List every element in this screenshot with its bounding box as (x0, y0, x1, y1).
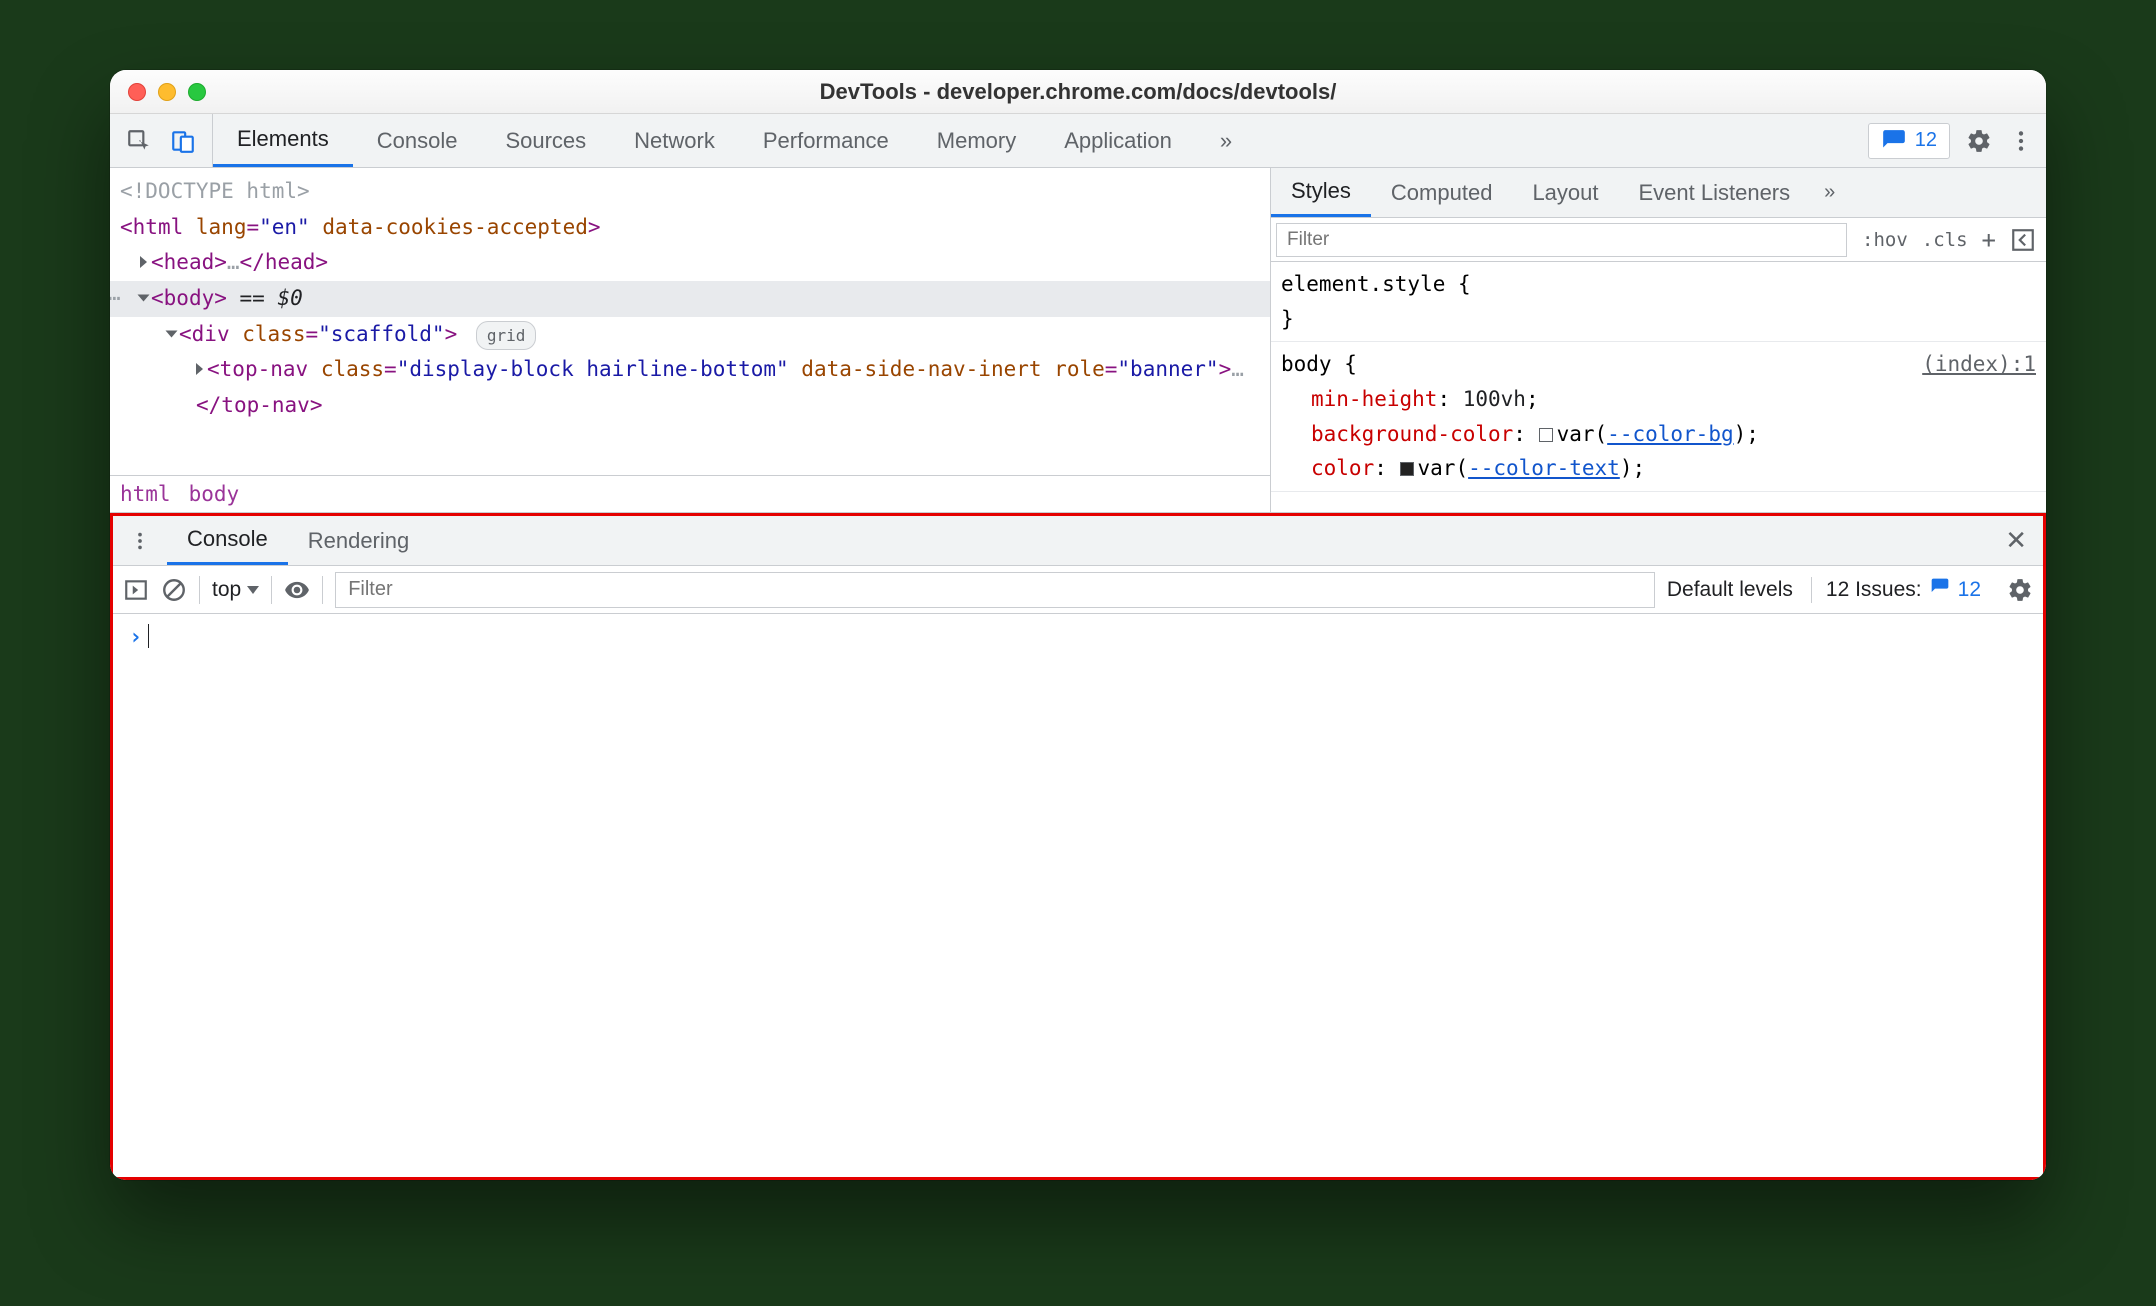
css-property[interactable]: min-height: 100vh; (1281, 382, 2036, 417)
tab-computed[interactable]: Computed (1371, 168, 1513, 217)
grid-badge[interactable]: grid (476, 321, 537, 350)
dom-tree-pane: <!DOCTYPE html> <html lang="en" data-coo… (110, 168, 1271, 512)
tab-sources[interactable]: Sources (481, 114, 610, 167)
issues-icon (1881, 128, 1907, 154)
dom-node-head[interactable]: <head>…</head> (110, 245, 1270, 281)
prompt-icon: › (129, 625, 142, 650)
issues-link[interactable]: 12 Issues: 12 (1811, 577, 1995, 603)
css-var-link[interactable]: --color-bg (1607, 422, 1733, 446)
cursor (148, 624, 149, 648)
tab-console[interactable]: Console (353, 114, 482, 167)
elements-panel: <!DOCTYPE html> <html lang="en" data-coo… (110, 168, 2046, 513)
dom-node-scaffold[interactable]: <div class="scaffold"> grid (110, 317, 1270, 353)
main-toolbar: Elements Console Sources Network Perform… (110, 114, 2046, 168)
css-property[interactable]: background-color: var(--color-bg); (1281, 417, 2036, 452)
rule-selector: element.style { (1281, 267, 2036, 302)
drawer-tab-rendering[interactable]: Rendering (288, 516, 430, 565)
settings-icon[interactable] (1966, 128, 1992, 154)
computed-toggle-icon[interactable] (2010, 227, 2036, 253)
rule-element-style[interactable]: element.style { } (1271, 262, 2046, 342)
styles-tabs: Styles Computed Layout Event Listeners » (1271, 168, 2046, 218)
console-body[interactable]: › (113, 614, 2043, 1177)
styles-pane: Styles Computed Layout Event Listeners »… (1271, 168, 2046, 512)
console-drawer: Console Rendering ✕ top Default lev (110, 513, 2046, 1180)
console-toolbar: top Default levels 12 Issues: 12 (113, 566, 2043, 614)
expand-icon[interactable] (140, 256, 147, 268)
traffic-lights (110, 83, 206, 101)
clear-console-icon[interactable] (161, 577, 187, 603)
styles-filter-input[interactable] (1276, 223, 1847, 257)
breadcrumb: html body (110, 475, 1270, 512)
styles-tabs-overflow-icon[interactable]: » (1810, 168, 1849, 217)
css-var-link[interactable]: --color-text (1468, 456, 1620, 480)
close-drawer-icon[interactable]: ✕ (1989, 516, 2043, 565)
tab-layout[interactable]: Layout (1512, 168, 1618, 217)
expand-icon[interactable] (196, 363, 203, 375)
log-levels-selector[interactable]: Default levels (1667, 578, 1799, 602)
css-property[interactable]: color: var(--color-text); (1281, 451, 2036, 486)
styles-rules: element.style { } body { (index):1 min-h… (1271, 262, 2046, 512)
inspect-icon[interactable] (126, 128, 152, 154)
context-selector[interactable]: top (212, 578, 259, 602)
console-filter-input[interactable] (335, 572, 1655, 608)
styles-toolbar: :hov .cls + (1271, 218, 2046, 262)
tab-application[interactable]: Application (1040, 114, 1196, 167)
tab-styles[interactable]: Styles (1271, 168, 1371, 217)
drawer-tab-console[interactable]: Console (167, 516, 288, 565)
color-swatch-icon[interactable] (1400, 462, 1414, 476)
dom-node-body-selected[interactable]: ⋯ <body> == $0 (110, 281, 1270, 317)
close-window-button[interactable] (128, 83, 146, 101)
dom-node-topnav[interactable]: <top-nav class="display-block hairline-b… (110, 352, 1270, 423)
tab-memory[interactable]: Memory (913, 114, 1040, 167)
dom-node-html[interactable]: <html lang="en" data-cookies-accepted> (110, 210, 1270, 246)
window-title: DevTools - developer.chrome.com/docs/dev… (110, 79, 2046, 105)
titlebar: DevTools - developer.chrome.com/docs/dev… (110, 70, 2046, 114)
rule-close: } (1281, 302, 2036, 337)
collapse-icon[interactable] (138, 295, 150, 302)
live-expression-icon[interactable] (284, 577, 310, 603)
color-swatch-icon[interactable] (1539, 428, 1553, 442)
drawer-tabs: Console Rendering ✕ (113, 516, 2043, 566)
device-toggle-icon[interactable] (170, 128, 196, 154)
breadcrumb-item[interactable]: body (189, 482, 240, 506)
tabs-overflow-icon[interactable]: » (1196, 114, 1256, 167)
minimize-window-button[interactable] (158, 83, 176, 101)
chevron-down-icon (247, 586, 259, 594)
dom-tree[interactable]: <!DOCTYPE html> <html lang="en" data-coo… (110, 168, 1270, 475)
issues-icon (1930, 577, 1950, 603)
rule-selector: body { (1281, 347, 1357, 382)
tab-network[interactable]: Network (610, 114, 739, 167)
maximize-window-button[interactable] (188, 83, 206, 101)
breadcrumb-item[interactable]: html (120, 482, 171, 506)
cls-toggle[interactable]: .cls (1922, 229, 1968, 251)
devtools-window: DevTools - developer.chrome.com/docs/dev… (110, 70, 2046, 1180)
rule-body[interactable]: body { (index):1 min-height: 100vh; back… (1271, 342, 2046, 492)
drawer-menu-icon[interactable] (113, 516, 167, 565)
collapse-icon[interactable] (166, 330, 178, 337)
kebab-menu-icon[interactable] (2008, 128, 2034, 154)
issues-count: 12 (1915, 129, 1937, 152)
console-settings-icon[interactable] (2007, 577, 2033, 603)
main-tabs: Elements Console Sources Network Perform… (213, 114, 1856, 167)
tab-event-listeners[interactable]: Event Listeners (1619, 168, 1811, 217)
rule-source-link[interactable]: (index):1 (1922, 347, 2036, 382)
issues-badge[interactable]: 12 (1868, 123, 1950, 159)
hov-toggle[interactable]: :hov (1862, 229, 1908, 251)
tab-performance[interactable]: Performance (739, 114, 913, 167)
new-rule-icon[interactable]: + (1982, 226, 1996, 254)
tab-elements[interactable]: Elements (213, 114, 353, 167)
dom-doctype: <!DOCTYPE html> (120, 179, 310, 203)
sidebar-toggle-icon[interactable] (123, 577, 149, 603)
